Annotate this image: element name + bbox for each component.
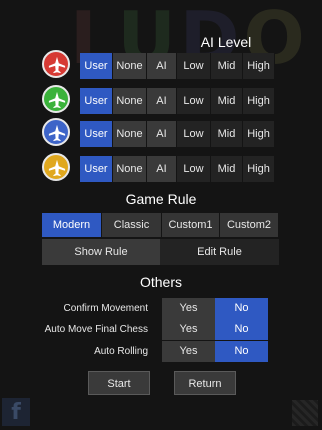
yellow-plane-token [42,153,70,181]
qr-code-icon[interactable] [292,400,318,426]
rule-custom1-button[interactable]: Custom1 [162,213,220,237]
auto-rolling-label: Auto Rolling [94,346,148,357]
confirm-movement-yes-button[interactable]: Yes [162,298,215,319]
auto-move-final-chess-no-button[interactable]: No [215,319,268,340]
mode-ai-button[interactable]: AI [147,53,177,79]
level-high-button[interactable]: High [243,156,275,182]
mode-ai-button[interactable]: AI [147,88,177,114]
level-mid-button[interactable]: Mid [211,53,243,79]
airplane-icon [48,56,66,74]
show-rule-button[interactable]: Show Rule [42,239,160,265]
start-button[interactable]: Start [88,371,150,395]
auto-rolling-no-button[interactable]: No [215,341,268,362]
rule-classic-button[interactable]: Classic [102,213,162,237]
mode-user-button[interactable]: User [80,88,113,114]
others-title: Others [139,274,182,290]
facebook-icon[interactable]: f [2,398,30,426]
green-plane-token [42,85,70,113]
airplane-icon [48,159,66,177]
airplane-icon [48,91,66,109]
mode-none-button[interactable]: None [113,53,147,79]
level-low-button[interactable]: Low [177,156,211,182]
level-mid-button[interactable]: Mid [211,156,243,182]
mode-ai-button[interactable]: AI [147,121,177,147]
level-high-button[interactable]: High [243,121,275,147]
return-button[interactable]: Return [174,371,236,395]
game-rule-title: Game Rule [125,191,197,207]
level-mid-button[interactable]: Mid [211,121,243,147]
rule-modern-button[interactable]: Modern [42,213,102,237]
auto-rolling-yes-button[interactable]: Yes [162,341,215,362]
level-high-button[interactable]: High [243,53,275,79]
mode-none-button[interactable]: None [113,88,147,114]
mode-none-button[interactable]: None [113,121,147,147]
player-row-blue: User None AI Low Mid High [42,118,282,147]
edit-rule-button[interactable]: Edit Rule [160,239,279,265]
auto-move-final-chess-label: Auto Move Final Chess [44,324,148,335]
confirm-movement-label: Confirm Movement [63,303,148,314]
level-low-button[interactable]: Low [177,53,211,79]
rule-custom2-button[interactable]: Custom2 [220,213,279,237]
level-low-button[interactable]: Low [177,121,211,147]
mode-ai-button[interactable]: AI [147,156,177,182]
mode-user-button[interactable]: User [80,121,113,147]
player-row-red: User None AI Low Mid High [42,50,282,79]
player-row-green: User None AI Low Mid High [42,85,282,114]
player-row-yellow: User None AI Low Mid High [42,153,282,182]
confirm-movement-no-button[interactable]: No [215,298,268,319]
auto-move-final-chess-yes-button[interactable]: Yes [162,319,215,340]
airplane-icon [48,124,66,142]
mode-user-button[interactable]: User [80,156,113,182]
level-high-button[interactable]: High [243,88,275,114]
level-mid-button[interactable]: Mid [211,88,243,114]
ai-level-title: AI Level [200,34,252,50]
mode-none-button[interactable]: None [113,156,147,182]
level-low-button[interactable]: Low [177,88,211,114]
red-plane-token [42,50,70,78]
mode-user-button[interactable]: User [80,53,113,79]
blue-plane-token [42,118,70,146]
